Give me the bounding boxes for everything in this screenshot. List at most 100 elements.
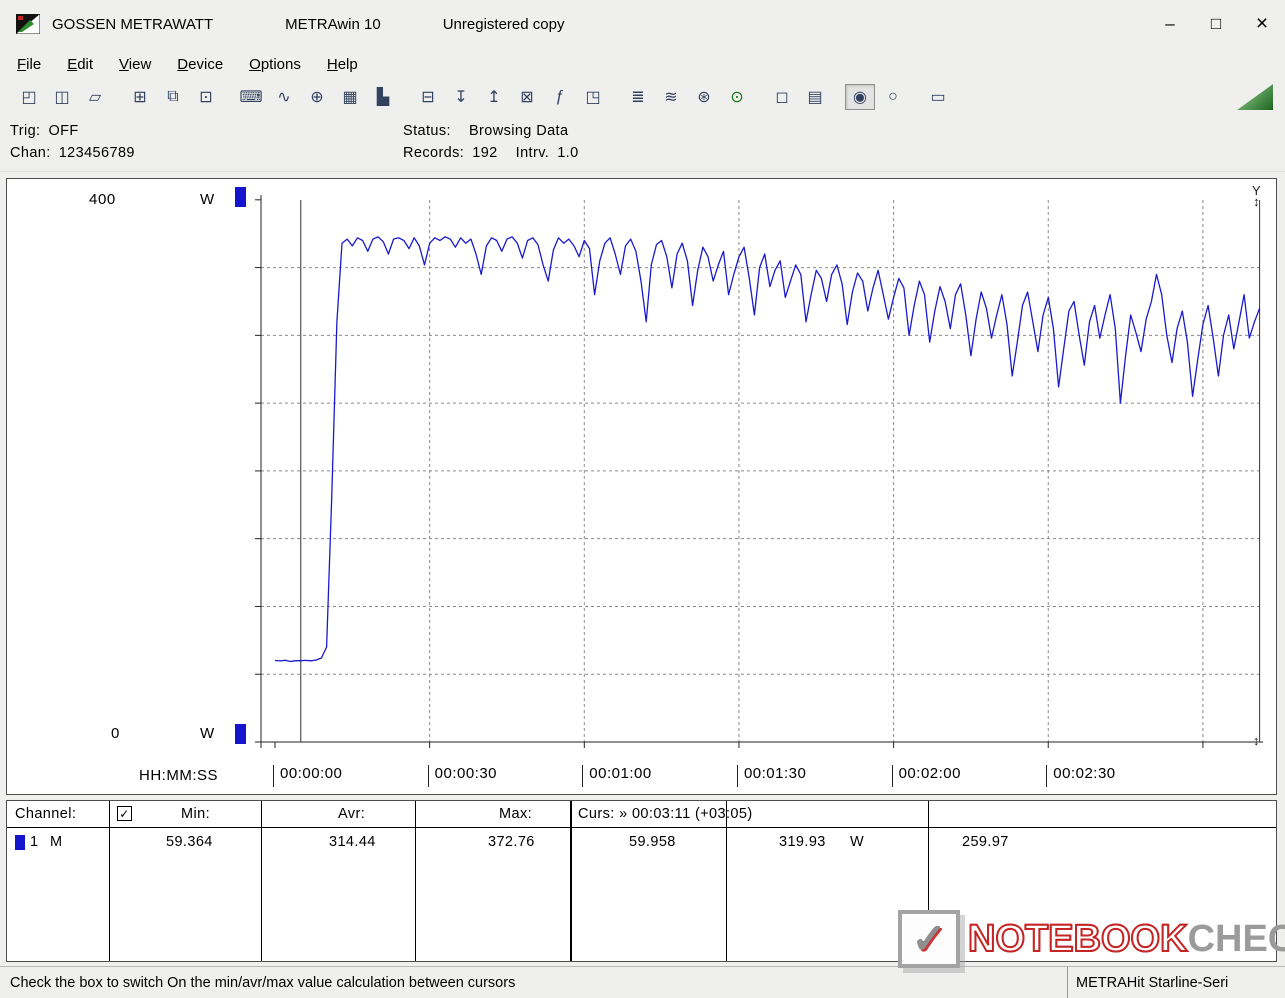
tooltip-help-icon: ▭ — [930, 87, 945, 107]
statusbar-message: Check the box to switch On the min/avr/m… — [0, 975, 515, 991]
interval-timer-icon: ⊙ — [730, 87, 743, 107]
toolbar-group: ⌨ ∿ ⊕▦ ▙ — [236, 84, 398, 110]
y-min-label: 0 — [111, 725, 120, 742]
menu-bar: FileEditViewDeviceOptionsHelp — [0, 48, 1285, 80]
cursor2-unit: W — [850, 834, 864, 850]
menu-view[interactable]: View — [106, 51, 164, 78]
print-button[interactable]: ▤ — [800, 84, 830, 110]
channel-overlay-icon: ⊛ — [697, 87, 710, 107]
cursor1-value: 59.958 — [629, 834, 676, 850]
notebookcheck-logo-icon: ✓ — [898, 910, 960, 968]
watermark-outline-text: NOTEBOOK — [968, 918, 1188, 960]
online-monitor-button[interactable]: ⊠ — [512, 84, 542, 110]
x-tick-label: 00:02:30 — [1046, 765, 1115, 787]
menu-edit[interactable]: Edit — [54, 51, 106, 78]
trend-graph-button[interactable]: ∿ — [269, 84, 299, 110]
min-header: Min: — [181, 806, 210, 822]
online-monitor-icon: ⊠ — [520, 87, 533, 107]
read-device-button[interactable]: ↧ — [446, 84, 476, 110]
power-trace — [275, 237, 1260, 662]
app-subtitle: METRAwin 10 — [285, 16, 381, 33]
zoom-out-button[interactable]: ○ — [878, 84, 908, 110]
memory-recall-icon: ◳ — [585, 87, 600, 107]
function-fx-icon: ƒ — [556, 88, 565, 106]
trend-graph-icon: ∿ — [277, 87, 290, 107]
envelope-curve-button[interactable]: ≋ — [656, 84, 686, 110]
menu-options[interactable]: Options — [236, 51, 314, 78]
cursor-header: Curs: » 00:03:11 (+03:05) — [578, 806, 753, 822]
trigger-status: Trig:OFF — [10, 123, 79, 139]
close-button[interactable]: × — [1239, 0, 1285, 48]
chart-plot[interactable] — [255, 191, 1267, 763]
x-axis-format-label: HH:MM:SS — [139, 767, 218, 784]
menu-help[interactable]: Help — [314, 51, 371, 78]
browse-status: Status:Browsing Data — [403, 123, 568, 139]
toolbar-group: ≣ ≋ ⊛ ⊙ — [623, 84, 752, 110]
read-device-icon: ↧ — [454, 87, 467, 107]
export-graphic-button[interactable]: ⊞ — [125, 84, 155, 110]
statusbar-device-panel: METRAHit Starline-Seri — [1067, 967, 1285, 998]
channel-status: Chan:123456789 — [10, 145, 135, 161]
numeric-display-icon: ⌨ — [239, 87, 262, 107]
max-value: 372.76 — [488, 834, 535, 850]
title-bar: GOSSEN METRAWATT METRAwin 10 Unregistere… — [0, 0, 1285, 48]
maximize-button[interactable]: □ — [1193, 0, 1239, 48]
print-preview-button[interactable]: ◻ — [767, 84, 797, 110]
send-device-icon: ↥ — [487, 87, 500, 107]
data-table-button[interactable]: ▦ — [335, 84, 365, 110]
x-axis-row: HH:MM:SS 00:00:0000:00:3000:01:0000:01:3… — [7, 765, 1276, 791]
memory-recall-button[interactable]: ◳ — [578, 84, 608, 110]
y-axis-marker-top[interactable] — [235, 187, 246, 207]
avr-value: 314.44 — [329, 834, 376, 850]
open-file-icon: ▱ — [89, 87, 101, 107]
envelope-curve-icon: ≋ — [664, 87, 677, 107]
app-logo-icon — [16, 14, 40, 34]
save-data-icon: ◫ — [54, 87, 69, 107]
toolbar-group: ⊟ ↧ ↥ ⊠ ƒ ◳ — [413, 84, 608, 110]
check-icon: ✓ — [119, 807, 129, 821]
watermark-solid-text: CHECK — [1188, 918, 1285, 960]
toolbar-group: ▭ — [923, 84, 953, 110]
chart-panel: 400 W 0 W Y↕ ↕ HH:MM:SS 00:00:0000:00:30… — [6, 178, 1277, 795]
numeric-display-button[interactable]: ⌨ — [236, 84, 266, 110]
interval-timer-button[interactable]: ⊙ — [722, 84, 752, 110]
avr-header: Avr: — [338, 806, 365, 822]
zoom-in-button[interactable]: ◉ — [845, 84, 875, 110]
license-note: Unregistered copy — [443, 16, 565, 33]
histogram-button[interactable]: ▙ — [368, 84, 398, 110]
cursor2-handle-bottom[interactable]: ↕ — [1253, 735, 1260, 746]
analog-meter-button[interactable]: ⊕ — [302, 84, 332, 110]
channel-overlay-button[interactable]: ⊛ — [689, 84, 719, 110]
function-fx-button[interactable]: ƒ — [545, 84, 575, 110]
channel-color-swatch — [15, 835, 25, 850]
x-tick-label: 00:02:00 — [892, 765, 961, 787]
notebookcheck-watermark: ✓ NOTEBOOKCHECK — [898, 910, 1285, 968]
device-name: METRAHit Starline-Seri — [1076, 975, 1228, 991]
toolbar-group: ◰ ◫ ▱ — [14, 84, 110, 110]
tooltip-help-button[interactable]: ▭ — [923, 84, 953, 110]
cursor2-value: 319.93 — [779, 834, 826, 850]
device-settings-button[interactable]: ⊟ — [413, 84, 443, 110]
cursor2-handle-top[interactable]: Y↕ — [1252, 185, 1261, 207]
records-status: Records:192Intrv.1.0 — [403, 145, 579, 161]
min-max-display-icon: ≣ — [631, 87, 644, 107]
toolbar-groups: ◰ ◫ ▱ ⊞ ⧉⊡ ⌨ ∿ ⊕▦ ▙ ⊟ ↧ ↥ ⊠ ƒ ◳ ≣ ≋ ⊛ ⊙ ◻▤ ◉ ○ ▭ — [14, 84, 968, 110]
save-data-button[interactable]: ◫ — [47, 84, 77, 110]
copy-clipboard-button[interactable]: ⧉ — [158, 84, 188, 110]
export-data-button[interactable]: ⊡ — [191, 84, 221, 110]
cursor-delta-value: 259.97 — [962, 834, 1009, 850]
y-axis-marker-bottom[interactable] — [235, 724, 246, 744]
menu-device[interactable]: Device — [164, 51, 236, 78]
save-graphic-button[interactable]: ◰ — [14, 84, 44, 110]
minmax-checkbox[interactable]: ✓ — [117, 806, 132, 821]
open-file-button[interactable]: ▱ — [80, 84, 110, 110]
status-triangle-icon — [1237, 84, 1273, 110]
y-unit-top: W — [200, 191, 215, 208]
menu-file[interactable]: File — [4, 51, 54, 78]
export-graphic-icon: ⊞ — [133, 87, 146, 107]
min-max-display-button[interactable]: ≣ — [623, 84, 653, 110]
minimize-button[interactable]: – — [1147, 0, 1193, 48]
histogram-icon: ▙ — [377, 87, 389, 107]
zoom-in-icon: ◉ — [853, 87, 867, 107]
send-device-button[interactable]: ↥ — [479, 84, 509, 110]
